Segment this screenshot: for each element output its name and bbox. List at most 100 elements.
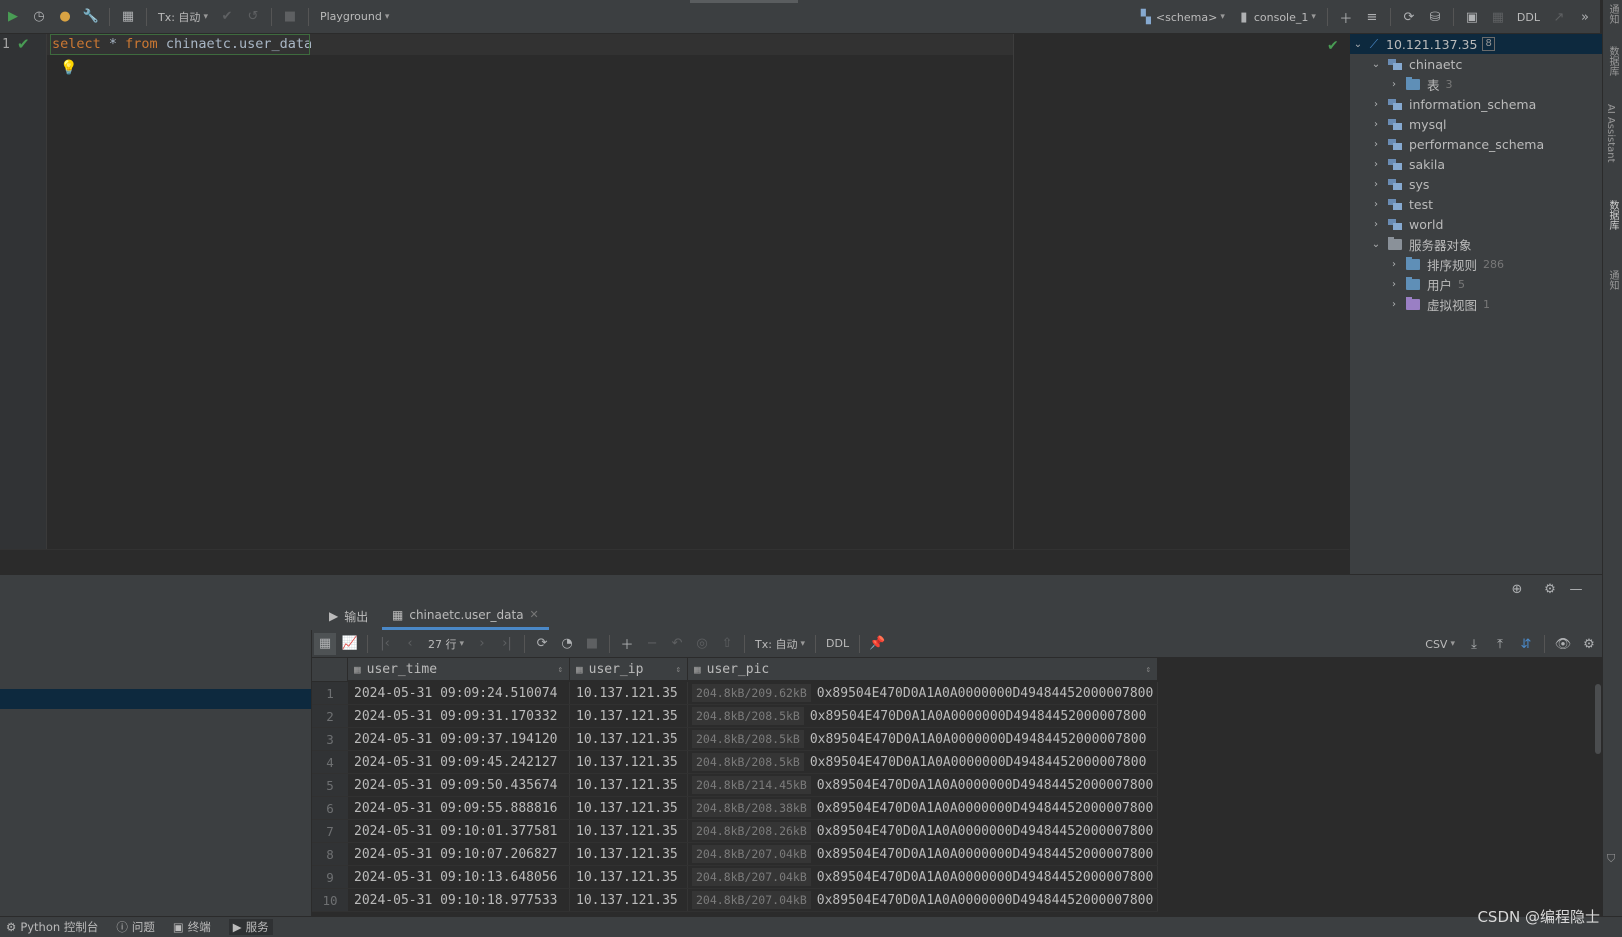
cell-user-time[interactable]: 2024-05-31 09:09:31.170332 (348, 705, 570, 727)
schema-dropdown[interactable]: ▚ <schema> ▾ (1135, 6, 1229, 28)
table-row[interactable]: 7 2024-05-31 09:10:01.377581 10.137.121.35… (312, 820, 1158, 843)
jump-icon[interactable]: ↗ (1548, 6, 1570, 28)
table-row[interactable]: 1 2024-05-31 09:09:24.510074 10.137.121.35… (312, 682, 1158, 705)
download-icon[interactable]: ⤓ (1463, 633, 1485, 655)
cell-user-time[interactable]: 2024-05-31 09:09:55.888816 (348, 797, 570, 819)
cell-user-time[interactable]: 2024-05-31 09:10:13.648056 (348, 866, 570, 888)
cancel-icon[interactable]: ■ (581, 633, 603, 655)
chevron-down-icon[interactable]: ⌄ (1368, 239, 1384, 250)
sort-icon[interactable]: ⇕ (1146, 665, 1151, 675)
ddl-button[interactable]: DDL (1513, 11, 1544, 24)
chevron-right-icon[interactable]: › (1386, 279, 1402, 290)
tree-item-users[interactable]: › 用户 5 (1350, 274, 1603, 294)
properties-icon[interactable]: ≡ (1361, 6, 1383, 28)
tree-item-collations[interactable]: › 排序规则 286 (1350, 254, 1603, 274)
column-header-user-ip[interactable]: ▦ user_ip ⇕ (570, 658, 688, 681)
close-icon[interactable]: ✕ (530, 608, 539, 621)
chevron-right-icon[interactable]: › (1368, 119, 1384, 130)
delete-row-icon[interactable]: − (641, 633, 663, 655)
playground-dropdown[interactable]: Playground ▾ (316, 10, 393, 23)
tree-item-information-schema[interactable]: › information_schema (1350, 94, 1603, 114)
chevron-right-icon[interactable]: › (1368, 219, 1384, 230)
refresh-icon[interactable]: ⟳ (1398, 6, 1420, 28)
chevron-right-icon[interactable]: › (1386, 259, 1402, 270)
cell-user-pic[interactable]: 204.8kB/214.45kB 0x89504E470D0A1A0A000000… (688, 774, 1158, 796)
export-format-dropdown[interactable]: CSV ▾ (1421, 638, 1459, 651)
cell-user-time[interactable]: 2024-05-31 09:09:50.435674 (348, 774, 570, 796)
more-icon[interactable]: » (1574, 6, 1596, 28)
chevron-right-icon[interactable]: › (1386, 299, 1402, 310)
first-page-icon[interactable]: |‹ (374, 633, 396, 655)
minimize-icon[interactable]: — (1565, 578, 1587, 600)
tab-result-user-data[interactable]: ▦ chinaetc.user_data ✕ (382, 602, 549, 630)
chevron-right-icon[interactable]: › (1368, 179, 1384, 190)
cell-user-time[interactable]: 2024-05-31 09:10:18.977533 (348, 889, 570, 911)
cell-user-pic[interactable]: 204.8kB/208.26kB 0x89504E470D0A1A0A000000… (688, 820, 1158, 842)
tree-item-world[interactable]: › world (1350, 214, 1603, 234)
cell-user-pic[interactable]: 204.8kB/208.38kB 0x89504E470D0A1A0A000000… (688, 797, 1158, 819)
upload-icon[interactable]: ⤒ (1489, 633, 1511, 655)
chevron-right-icon[interactable]: › (1368, 159, 1384, 170)
table-row[interactable]: 10 2024-05-31 09:10:18.977533 10.137.121.3… (312, 889, 1158, 912)
table-view-icon[interactable]: ▦ (117, 6, 139, 28)
compare-icon[interactable]: ⇵ (1515, 633, 1537, 655)
tree-item-sys[interactable]: › sys (1350, 174, 1603, 194)
tree-root-connection[interactable]: ⌄ ⟋ 10.121.137.35 8 (1350, 34, 1603, 54)
cell-user-time[interactable]: 2024-05-31 09:09:45.242127 (348, 751, 570, 773)
add-row-icon[interactable]: ＋ (616, 633, 638, 655)
chevron-right-icon[interactable]: › (1368, 99, 1384, 110)
column-header-user-pic[interactable]: ▦ user_pic ⇕ (688, 658, 1158, 681)
pin-icon[interactable]: 📌 (866, 633, 888, 655)
view-icon[interactable]: 👁 (1552, 633, 1574, 655)
query-console-icon[interactable]: ▣ (1461, 6, 1483, 28)
database-icon[interactable]: ⛁ (1424, 6, 1446, 28)
tree-item-tables[interactable]: › 表 3 (1350, 74, 1603, 94)
cell-user-time[interactable]: 2024-05-31 09:10:07.206827 (348, 843, 570, 865)
table-row[interactable]: 6 2024-05-31 09:09:55.888816 10.137.121.35… (312, 797, 1158, 820)
history-icon[interactable]: ◷ (28, 6, 50, 28)
settings-wrench-icon[interactable]: 🔧 (80, 6, 102, 28)
cell-user-pic[interactable]: 204.8kB/209.62kB 0x89504E470D0A1A0A000000… (688, 682, 1158, 704)
cell-user-ip[interactable]: 10.137.121.35 (570, 843, 688, 865)
sql-editor[interactable] (47, 34, 1349, 549)
cell-user-pic[interactable]: 204.8kB/207.04kB 0x89504E470D0A1A0A000000… (688, 843, 1158, 865)
cell-user-ip[interactable]: 10.137.121.35 (570, 889, 688, 911)
reload-icon[interactable]: ⟳ (531, 633, 553, 655)
submit-icon[interactable]: ⇧ (716, 633, 738, 655)
cell-user-pic[interactable]: 204.8kB/207.04kB 0x89504E470D0A1A0A000000… (688, 866, 1158, 888)
table-row[interactable]: 2 2024-05-31 09:09:31.170332 10.137.121.35… (312, 705, 1158, 728)
grid-view-icon[interactable]: ▦ (314, 632, 336, 655)
chevron-right-icon[interactable]: › (1368, 199, 1384, 210)
cell-user-ip[interactable]: 10.137.121.35 (570, 866, 688, 888)
table-row[interactable]: 9 2024-05-31 09:10:13.648056 10.137.121.35… (312, 866, 1158, 889)
run-icon[interactable]: ▶ (2, 6, 24, 28)
side-tool-database[interactable]: 数据库 (1605, 200, 1620, 230)
cell-user-ip[interactable]: 10.137.121.35 (570, 774, 688, 796)
tx-mode-dropdown[interactable]: Tx: 自动 ▾ (154, 9, 212, 25)
prev-page-icon[interactable]: ‹ (399, 633, 421, 655)
scrollbar-thumb[interactable] (1595, 684, 1601, 754)
table-row[interactable]: 5 2024-05-31 09:09:50.435674 10.137.121.35… (312, 774, 1158, 797)
gear-icon[interactable]: ⚙ (1578, 633, 1600, 655)
chevron-right-icon[interactable]: › (1386, 79, 1402, 90)
revert-icon[interactable]: ↶ (666, 633, 688, 655)
next-page-icon[interactable]: › (471, 633, 493, 655)
table-icon[interactable]: ▦ (1487, 6, 1509, 28)
python-console-button[interactable]: ⚙ Python 控制台 (6, 919, 98, 935)
table-row[interactable]: 4 2024-05-31 09:09:45.242127 10.137.121.35… (312, 751, 1158, 774)
tree-item-performance-schema[interactable]: › performance_schema (1350, 134, 1603, 154)
sort-icon[interactable]: ⇕ (676, 665, 681, 675)
tree-item-virtual-views[interactable]: › 虚拟视图 1 (1350, 294, 1603, 314)
cell-user-ip[interactable]: 10.137.121.35 (570, 820, 688, 842)
cell-user-pic[interactable]: 204.8kB/208.5kB 0x89504E470D0A1A0A0000000… (688, 705, 1158, 727)
tab-output[interactable]: ▶ 输出 (323, 602, 374, 630)
grid-ddl-button[interactable]: DDL (822, 637, 853, 650)
services-selected-row[interactable] (0, 689, 311, 709)
cell-user-pic[interactable]: 204.8kB/207.04kB 0x89504E470D0A1A0A000000… (688, 889, 1158, 911)
cell-user-pic[interactable]: 204.8kB/208.5kB 0x89504E470D0A1A0A0000000… (688, 728, 1158, 750)
grid-vertical-scrollbar[interactable] (1594, 658, 1602, 916)
grid-tx-mode-dropdown[interactable]: Tx: 自动 ▾ (751, 636, 809, 652)
column-header-user-time[interactable]: ▦ user_time ⇕ (348, 658, 570, 681)
last-page-icon[interactable]: ›| (496, 633, 518, 655)
add-icon[interactable]: ＋ (1335, 6, 1357, 28)
